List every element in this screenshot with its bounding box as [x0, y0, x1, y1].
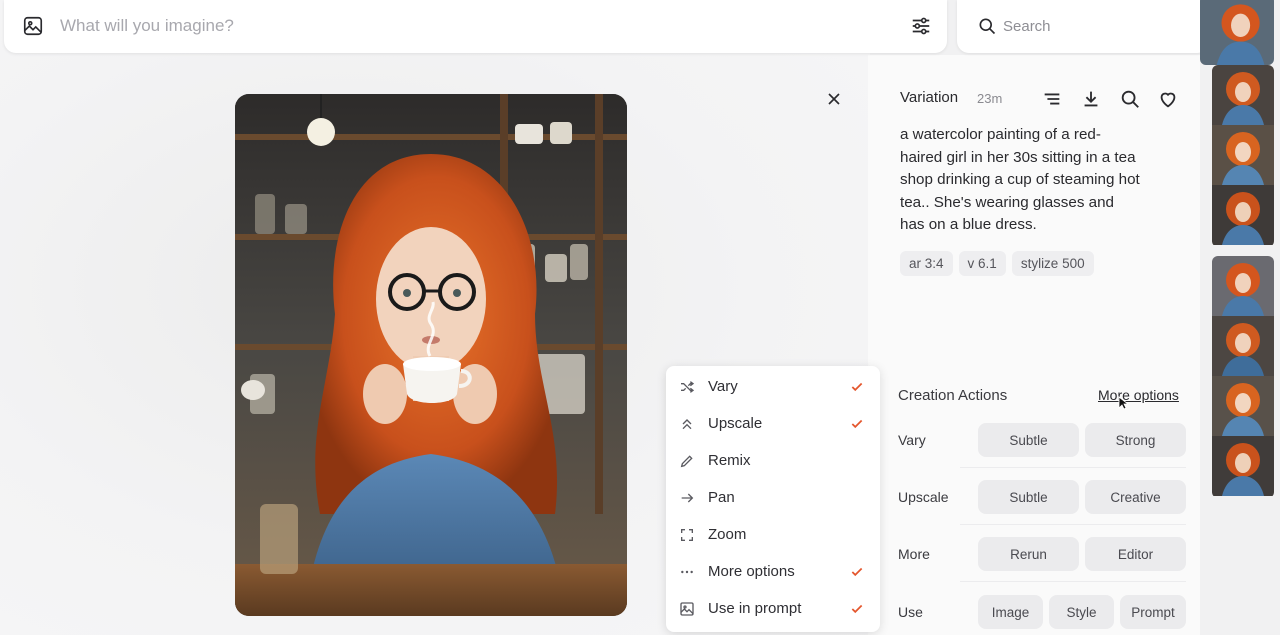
thumbnail[interactable] [1212, 65, 1274, 125]
menu-item-label: Upscale [708, 415, 763, 432]
image-icon[interactable] [22, 15, 44, 37]
thumbnail-group[interactable] [1212, 65, 1274, 247]
use-image-button[interactable]: Image [978, 595, 1043, 629]
menu-item-label: Zoom [708, 526, 747, 543]
editor-button[interactable]: Editor [1085, 537, 1186, 571]
use-prompt-button[interactable]: Prompt [1120, 595, 1186, 629]
close-icon[interactable] [824, 89, 844, 109]
sliders-icon[interactable] [909, 15, 933, 37]
check-icon [851, 382, 863, 391]
menu-item-pan[interactable]: Pan [666, 479, 880, 516]
vary-strong-button[interactable]: Strong [1085, 423, 1186, 457]
upscale-creative-button[interactable]: Creative [1085, 480, 1186, 514]
generated-image[interactable] [235, 94, 627, 616]
thumbnail[interactable] [1212, 256, 1274, 316]
use-style-button[interactable]: Style [1049, 595, 1114, 629]
thumbnail[interactable] [1200, 0, 1274, 65]
menu-item-remix[interactable]: Remix [666, 442, 880, 479]
expand-icon [681, 528, 693, 541]
menu-item-label: Remix [708, 452, 751, 469]
search-icon[interactable] [1119, 88, 1141, 110]
search-bar [957, 0, 1209, 53]
search-input[interactable] [1003, 12, 1193, 40]
variation-title: Variation [900, 89, 959, 106]
thumbnail[interactable] [1212, 185, 1274, 245]
row-label-more: More [898, 546, 930, 562]
download-icon[interactable] [1080, 88, 1102, 110]
variation-time: 23m [977, 91, 1003, 106]
vary-subtle-button[interactable]: Subtle [978, 423, 1079, 457]
rerun-button[interactable]: Rerun [978, 537, 1079, 571]
check-icon [851, 604, 863, 613]
menu-item-label: Use in prompt [708, 600, 802, 617]
actions-visibility-menu: Vary Upscale Remix Pan Zoom More options… [666, 366, 880, 632]
row-label-vary: Vary [898, 432, 926, 448]
tag-version[interactable]: v 6.1 [958, 251, 1006, 276]
prompt-input[interactable] [60, 12, 880, 40]
menu-item-zoom[interactable]: Zoom [666, 516, 880, 553]
thumbnail[interactable] [1212, 376, 1274, 436]
prompt-bar [4, 0, 947, 53]
ellipsis-icon [681, 570, 693, 573]
more-options-link[interactable]: More options [1098, 387, 1179, 403]
heart-icon[interactable] [1157, 88, 1179, 110]
row-label-use: Use [898, 604, 923, 620]
menu-lines-icon[interactable] [1041, 88, 1063, 110]
check-icon [851, 567, 863, 576]
thumbnail[interactable] [1212, 316, 1274, 376]
check-icon [851, 419, 863, 428]
divider [960, 467, 1186, 468]
search-icon [979, 18, 996, 35]
image-plus-icon [680, 601, 694, 616]
menu-item-vary[interactable]: Vary [666, 368, 880, 405]
arrow-right-icon [681, 493, 694, 502]
double-chevron-up-icon [682, 418, 692, 429]
thumbnail[interactable] [1212, 436, 1274, 496]
creation-actions-title: Creation Actions [898, 387, 1008, 404]
tag-stylize[interactable]: stylize 500 [1011, 251, 1094, 276]
thumbnail-group[interactable] [1200, 0, 1274, 65]
menu-item-more-options[interactable]: More options [666, 553, 880, 590]
pencil-icon [680, 454, 693, 467]
prompt-text: a watercolor painting of a red-haired gi… [900, 126, 1140, 234]
menu-item-label: Vary [708, 378, 738, 395]
menu-item-upscale[interactable]: Upscale [666, 405, 880, 442]
cursor-icon [1118, 396, 1128, 410]
menu-item-label: More options [708, 563, 795, 580]
divider [960, 581, 1186, 582]
row-label-upscale: Upscale [898, 489, 949, 505]
upscale-subtle-button[interactable]: Subtle [978, 480, 1079, 514]
thumbnail[interactable] [1212, 125, 1274, 185]
divider [960, 524, 1186, 525]
parameter-tags: ar 3:4 v 6.1 stylize 500 [900, 251, 1094, 276]
tag-aspect-ratio[interactable]: ar 3:4 [900, 251, 953, 276]
thumbnail-group[interactable] [1212, 256, 1274, 498]
menu-item-label: Pan [708, 489, 735, 506]
menu-item-use-in-prompt[interactable]: Use in prompt [666, 590, 880, 627]
shuffle-icon [681, 380, 695, 393]
